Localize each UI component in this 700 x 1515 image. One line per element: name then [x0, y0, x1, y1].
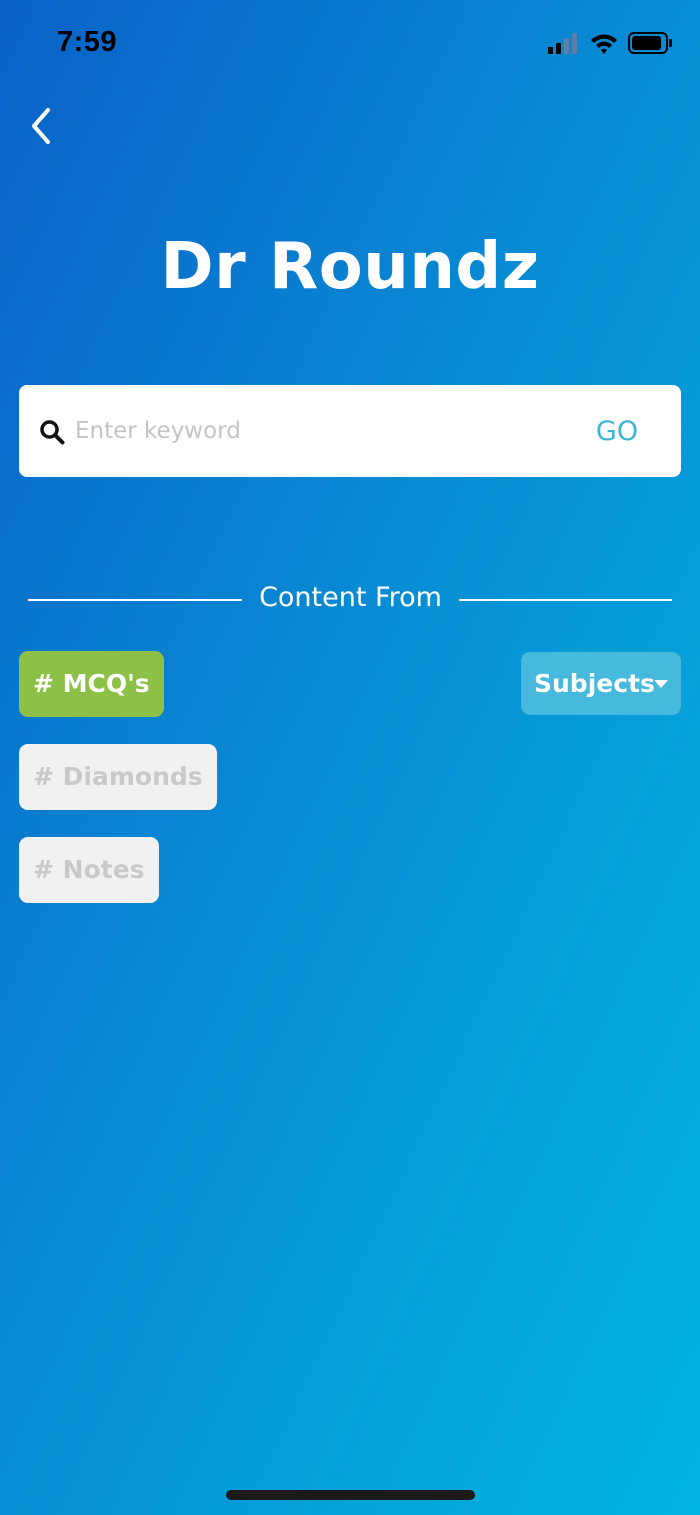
search-icon — [40, 420, 65, 445]
status-icons — [548, 30, 672, 56]
subjects-dropdown-label: Subjects — [534, 669, 655, 698]
section-label-content-from: Content From — [259, 582, 442, 613]
page-title: Dr Roundz — [160, 230, 540, 304]
search-input[interactable] — [75, 409, 515, 453]
home-indicator — [226, 1490, 475, 1500]
status-bar: 7:59 — [0, 0, 700, 88]
status-time: 7:59 — [57, 26, 118, 58]
subjects-dropdown[interactable]: Subjects — [521, 652, 681, 715]
go-button[interactable]: GO — [559, 405, 675, 457]
chip-mcqs[interactable]: # MCQ's — [19, 651, 164, 717]
search-bar: GO — [19, 385, 681, 477]
chevron-left-icon — [32, 108, 50, 144]
chip-diamonds[interactable]: # Diamonds — [19, 744, 217, 810]
divider-left — [28, 599, 242, 601]
back-button[interactable] — [24, 104, 64, 148]
chip-notes[interactable]: # Notes — [19, 837, 159, 903]
divider-right — [459, 599, 672, 601]
cellular-signal-icon — [548, 33, 577, 54]
battery-icon — [628, 32, 672, 54]
caret-down-icon — [654, 680, 668, 688]
wifi-icon — [591, 34, 617, 54]
